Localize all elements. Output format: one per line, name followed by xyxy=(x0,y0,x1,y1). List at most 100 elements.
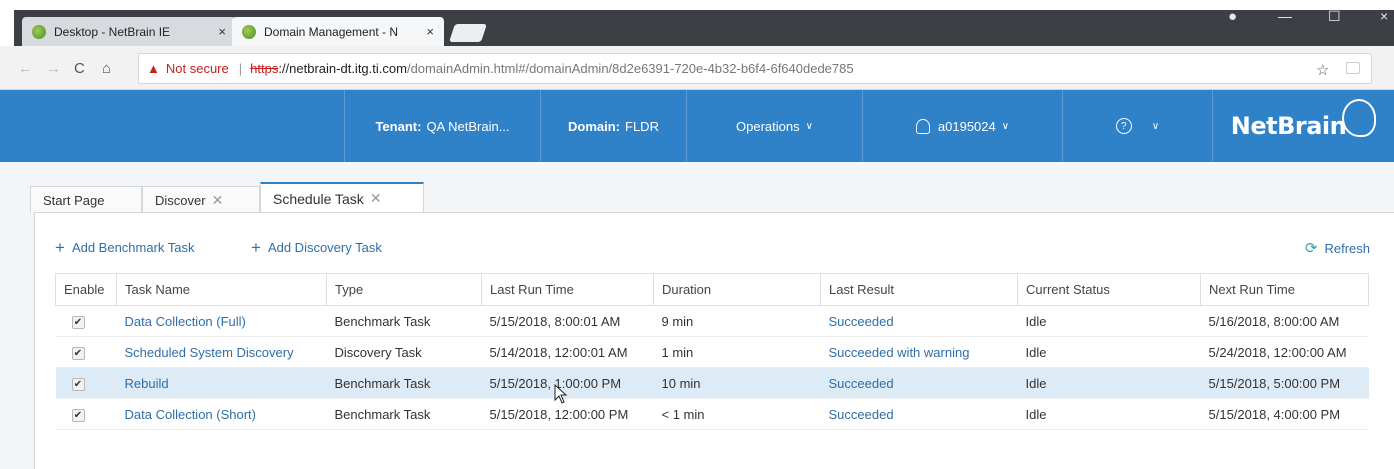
column-header-last-run-time[interactable]: Last Run Time xyxy=(481,273,654,306)
add-discovery-label: Add Discovery Task xyxy=(267,240,382,255)
tab-discover[interactable]: Discover ✕ xyxy=(142,186,260,213)
task-name-link[interactable]: Rebuild xyxy=(116,367,327,399)
chevron-down-icon: ∨ xyxy=(1001,120,1010,132)
column-header-current-status[interactable]: Current Status xyxy=(1017,273,1201,306)
close-tab-icon[interactable]: ✕ xyxy=(370,190,382,207)
tab-label: Schedule Task xyxy=(273,190,364,207)
table-row[interactable]: ✔ Data Collection (Full) Benchmark Task … xyxy=(55,305,1369,337)
user-menu[interactable]: a0195024 ∨ xyxy=(862,90,1062,162)
column-header-last-result[interactable]: Last Result xyxy=(820,273,1018,306)
not-secure-label: Not secure xyxy=(165,61,229,76)
column-header-type[interactable]: Type xyxy=(326,273,482,306)
schedule-task-panel: + Add Benchmark Task + Add Discovery Tas… xyxy=(34,212,1394,469)
close-tab-icon[interactable]: ✕ xyxy=(212,192,224,209)
table-header-row: Enable Task Name Type Last Run Time Dura… xyxy=(55,273,1369,306)
add-discovery-task-button[interactable]: + Add Discovery Task xyxy=(251,239,382,256)
tab-start-page[interactable]: Start Page xyxy=(30,186,142,213)
type-cell: Benchmark Task xyxy=(326,398,482,430)
add-benchmark-label: Add Benchmark Task xyxy=(71,240,195,255)
chevron-down-icon: ∨ xyxy=(1151,120,1160,132)
bookmark-star-icon[interactable]: ☆ xyxy=(1316,61,1329,79)
task-name-link[interactable]: Data Collection (Full) xyxy=(116,305,327,337)
last-result-link[interactable]: Succeeded xyxy=(820,367,1018,399)
browser-tab-title: Domain Management - N xyxy=(264,24,399,39)
refresh-label: Refresh xyxy=(1324,240,1370,256)
back-arrow-icon[interactable]: ← xyxy=(18,60,33,77)
refresh-button[interactable]: ⟳ Refresh xyxy=(1305,239,1370,257)
column-header-enable[interactable]: Enable xyxy=(55,273,117,306)
table-row[interactable]: ✔ Scheduled System Discovery Discovery T… xyxy=(55,336,1369,368)
type-cell: Discovery Task xyxy=(326,336,482,368)
tenant-label: Tenant: xyxy=(375,118,422,134)
tab-schedule-task[interactable]: Schedule Task ✕ xyxy=(260,182,424,213)
new-tab-button[interactable] xyxy=(449,24,487,42)
netbrain-favicon-icon xyxy=(242,24,256,39)
status-cell: Idle xyxy=(1017,367,1201,399)
mouse-cursor-icon xyxy=(554,384,568,404)
tab-label: Discover xyxy=(155,192,206,208)
operations-menu[interactable]: Operations ∨ xyxy=(686,90,862,162)
minimize-icon[interactable]: — xyxy=(1278,8,1292,24)
url-input[interactable]: ▲ Not secure | https ://netbrain-dt.itg.… xyxy=(138,53,1372,84)
reload-icon[interactable]: C xyxy=(74,60,85,77)
close-window-icon[interactable]: × xyxy=(1380,8,1388,24)
extension-icon[interactable] xyxy=(1346,62,1360,74)
enable-checkbox[interactable]: ✔ xyxy=(71,316,85,329)
domain-value: FLDR xyxy=(625,118,659,134)
next-run-cell: 5/24/2018, 12:00:00 AM xyxy=(1200,336,1369,368)
logo-text: NetBrain xyxy=(1230,112,1347,140)
next-run-cell: 5/15/2018, 5:00:00 PM xyxy=(1200,367,1369,399)
type-cell: Benchmark Task xyxy=(326,367,482,399)
next-run-cell: 5/16/2018, 8:00:00 AM xyxy=(1200,305,1369,337)
warning-triangle-icon: ▲ xyxy=(147,61,160,76)
column-header-task-name[interactable]: Task Name xyxy=(116,273,327,306)
enable-checkbox[interactable]: ✔ xyxy=(71,409,85,422)
url-host: ://netbrain-dt.itg.ti.com xyxy=(278,61,407,76)
account-icon[interactable]: ● xyxy=(1228,8,1237,25)
last-run-cell: 5/15/2018, 8:00:01 AM xyxy=(481,305,654,337)
status-cell: Idle xyxy=(1017,336,1201,368)
last-result-link[interactable]: Succeeded with warning xyxy=(820,336,1018,368)
operations-label: Operations xyxy=(736,118,800,134)
enable-cell: ✔ xyxy=(55,367,117,399)
close-tab-icon[interactable]: × xyxy=(426,24,434,39)
tenant-selector[interactable]: Tenant: QA NetBrain... xyxy=(344,90,540,162)
tab-label: Start Page xyxy=(43,192,105,208)
last-result-link[interactable]: Succeeded xyxy=(820,398,1018,430)
add-benchmark-task-button[interactable]: + Add Benchmark Task xyxy=(55,239,195,256)
help-icon: ? xyxy=(1115,118,1132,134)
close-tab-icon[interactable]: × xyxy=(218,24,226,39)
forward-arrow-icon[interactable]: → xyxy=(46,60,61,77)
home-icon[interactable]: ⌂ xyxy=(102,60,111,77)
browser-tab-desktop[interactable]: Desktop - NetBrain IE × xyxy=(22,17,236,46)
help-menu[interactable]: ? ∨ xyxy=(1062,90,1212,162)
tenant-value: QA NetBrain... xyxy=(426,118,510,134)
user-name: a0195024 xyxy=(937,118,996,134)
table-row[interactable]: ✔ Data Collection (Short) Benchmark Task… xyxy=(55,398,1369,430)
plus-icon: + xyxy=(251,238,261,257)
last-run-cell: 5/14/2018, 12:00:01 AM xyxy=(481,336,654,368)
address-bar-row: ← → C ⌂ ▲ Not secure | https ://netbrain… xyxy=(0,46,1394,90)
enable-checkbox[interactable]: ✔ xyxy=(71,347,85,360)
column-header-duration[interactable]: Duration xyxy=(653,273,821,306)
table-row-selected[interactable]: ✔ Rebuild Benchmark Task 5/15/2018, 1:00… xyxy=(55,367,1369,399)
maximize-icon[interactable]: ☐ xyxy=(1328,8,1341,25)
enable-cell: ✔ xyxy=(55,398,117,430)
domain-selector[interactable]: Domain: FLDR xyxy=(540,90,686,162)
task-name-link[interactable]: Data Collection (Short) xyxy=(116,398,327,430)
enable-checkbox[interactable]: ✔ xyxy=(71,378,85,391)
user-icon xyxy=(915,118,930,134)
column-header-next-run-time[interactable]: Next Run Time xyxy=(1200,273,1369,306)
browser-tab-strip: Desktop - NetBrain IE × Domain Managemen… xyxy=(0,0,1394,46)
netbrain-logo: NetBrain xyxy=(1212,90,1394,162)
status-cell: Idle xyxy=(1017,398,1201,430)
chevron-down-icon: ∨ xyxy=(805,120,813,132)
duration-cell: 9 min xyxy=(653,305,821,337)
url-separator: | xyxy=(238,61,243,76)
task-name-link[interactable]: Scheduled System Discovery xyxy=(116,336,327,368)
plus-icon: + xyxy=(55,238,65,257)
netbrain-favicon-icon xyxy=(32,24,46,39)
logo-head-icon xyxy=(1342,99,1377,137)
browser-tab-domain-management[interactable]: Domain Management - N × xyxy=(232,17,444,46)
last-result-link[interactable]: Succeeded xyxy=(820,305,1018,337)
